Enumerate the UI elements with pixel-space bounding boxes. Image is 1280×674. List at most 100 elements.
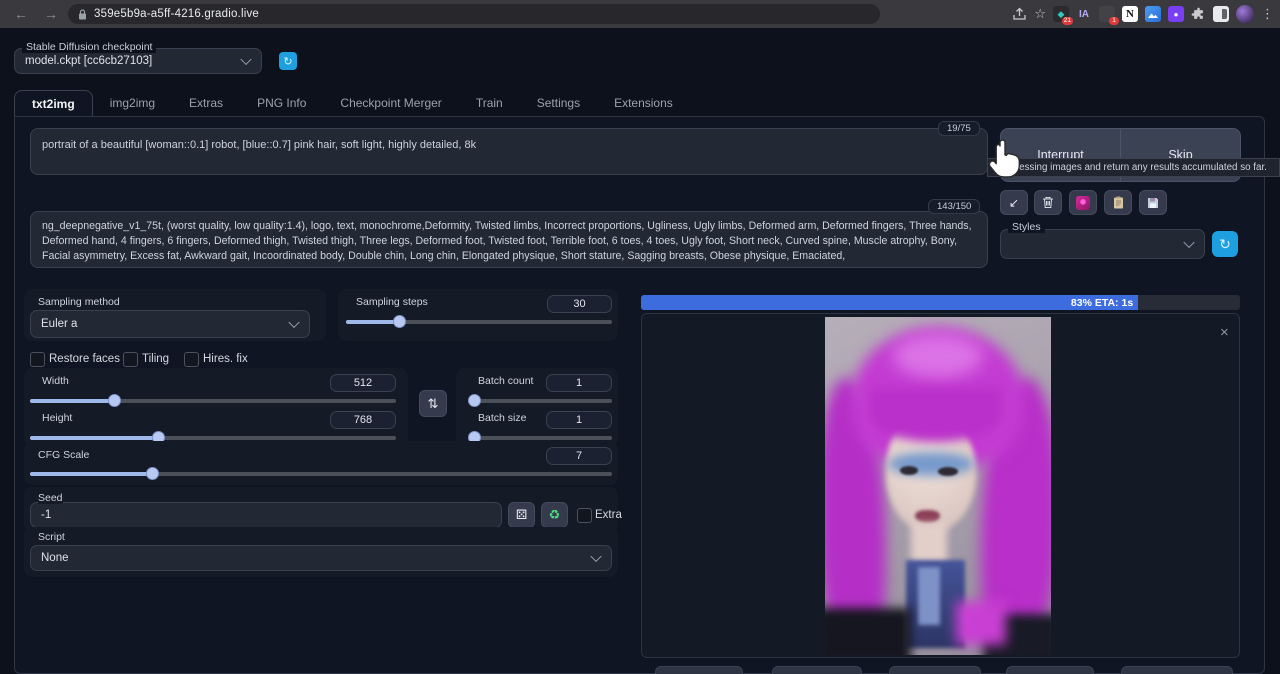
batch-count-value[interactable]: 1 <box>546 374 612 392</box>
tab-png-info[interactable]: PNG Info <box>240 90 323 116</box>
image-hair-strand <box>956 601 1006 645</box>
paste-arrow-icon: ↙ <box>1009 196 1019 210</box>
extension-ia-icon[interactable]: IA <box>1076 6 1092 22</box>
apply-styles-button[interactable] <box>1104 190 1132 215</box>
batch-size-value[interactable]: 1 <box>546 411 612 429</box>
script-dropdown[interactable]: None <box>30 545 612 571</box>
interrupt-tooltip: processing images and return any results… <box>987 158 1280 177</box>
reuse-seed-button[interactable]: ♻ <box>541 502 568 528</box>
batch-count-slider[interactable] <box>468 394 612 407</box>
side-panel-icon[interactable] <box>1213 6 1229 22</box>
seed-input[interactable] <box>30 502 502 528</box>
hires-fix-label: Hires. fix <box>203 353 248 365</box>
back-icon[interactable]: ← <box>12 6 30 22</box>
clear-prompt-button[interactable] <box>1034 190 1062 215</box>
restore-faces-checkbox[interactable] <box>30 352 45 367</box>
image-bangs <box>870 388 1001 442</box>
trash-icon <box>1042 196 1054 209</box>
swap-arrows-icon: ⇅ <box>428 396 439 412</box>
save-style-button[interactable] <box>1139 190 1167 215</box>
styles-label: Styles <box>1008 221 1045 233</box>
refresh-styles-button[interactable]: ↻ <box>1212 231 1238 257</box>
progress-bar: 83% ETA: 1s <box>641 295 1240 310</box>
extension-stylus-icon[interactable]: ◆ 21 <box>1053 6 1069 22</box>
negative-prompt-input[interactable]: ng_deepnegative_v1_75t, (worst quality, … <box>30 211 988 268</box>
tab-train[interactable]: Train <box>459 90 520 116</box>
tab-img2img[interactable]: img2img <box>93 90 172 116</box>
forward-icon[interactable]: → <box>42 6 60 22</box>
batch-count-label: Batch count <box>478 375 533 387</box>
slider-thumb[interactable] <box>468 394 481 407</box>
address-bar[interactable]: 359e5b9a-a5ff-4216.gradio.live <box>68 4 880 24</box>
gallery-action-button[interactable] <box>889 666 981 674</box>
hires-fix-checkbox[interactable] <box>184 352 199 367</box>
url-text: 359e5b9a-a5ff-4216.gradio.live <box>94 8 259 20</box>
slider-thumb[interactable] <box>393 315 406 328</box>
styles-dropdown[interactable] <box>1000 229 1205 259</box>
width-label: Width <box>42 375 69 387</box>
bookmark-star-icon[interactable]: ☆ <box>1034 6 1046 22</box>
tab-txt2img[interactable]: txt2img <box>14 90 93 117</box>
close-image-icon[interactable]: × <box>1220 324 1229 341</box>
sampling-steps-slider[interactable] <box>346 315 612 328</box>
gallery-action-button[interactable] <box>772 666 862 674</box>
sampling-method-dropdown[interactable]: Euler a <box>30 310 310 338</box>
gallery-action-button[interactable] <box>1121 666 1233 674</box>
tab-settings[interactable]: Settings <box>520 90 597 116</box>
image-hair-highlight <box>893 334 983 378</box>
chevron-down-icon <box>240 54 251 65</box>
image-shoulder <box>825 608 911 655</box>
chevron-down-icon <box>288 317 299 328</box>
tiling-checkbox[interactable] <box>123 352 138 367</box>
share-icon[interactable] <box>1012 7 1027 21</box>
browser-menu-icon[interactable]: ⋮ <box>1261 6 1274 22</box>
clipboard-icon <box>1113 196 1124 209</box>
cfg-scale-label: CFG Scale <box>38 449 89 461</box>
main-tabs: txt2img img2img Extras PNG Info Checkpoi… <box>14 89 690 117</box>
slider-thumb[interactable] <box>146 467 159 480</box>
refresh-checkpoints-button[interactable]: ↻ <box>279 52 297 70</box>
swap-dimensions-button[interactable]: ⇅ <box>419 390 447 417</box>
extension-badge: 1 <box>1109 17 1119 25</box>
seed-extra-checkbox[interactable] <box>577 508 592 523</box>
image-robot-neck-highlight <box>918 567 941 624</box>
slider-thumb[interactable] <box>108 394 121 407</box>
gallery-action-button[interactable] <box>655 666 743 674</box>
cfg-scale-slider[interactable] <box>30 467 612 480</box>
browser-actions: ☆ ◆ 21 IA 1 N ● <box>1012 0 1274 28</box>
extension-badge: 21 <box>1062 17 1073 25</box>
width-slider[interactable] <box>30 394 396 407</box>
recycle-icon: ♻ <box>549 507 561 523</box>
extension-image-icon[interactable] <box>1145 6 1161 22</box>
paste-generation-params-button[interactable]: ↙ <box>1000 190 1028 215</box>
sampling-steps-value[interactable]: 30 <box>547 295 612 313</box>
tab-checkpoint-merger[interactable]: Checkpoint Merger <box>323 90 458 116</box>
tab-extras[interactable]: Extras <box>172 90 240 116</box>
width-value[interactable]: 512 <box>330 374 396 392</box>
lock-icon <box>78 9 87 20</box>
checkpoint-label: Stable Diffusion checkpoint <box>22 41 156 53</box>
prompt-input[interactable]: portrait of a beautiful [woman::0.1] rob… <box>30 128 988 175</box>
gallery-action-button[interactable] <box>1006 666 1094 674</box>
extra-networks-button[interactable] <box>1069 190 1097 215</box>
tab-extensions[interactable]: Extensions <box>597 90 690 116</box>
profile-avatar[interactable] <box>1236 5 1254 23</box>
height-value[interactable]: 768 <box>330 411 396 429</box>
save-floppy-icon <box>1147 197 1159 209</box>
cfg-scale-value[interactable]: 7 <box>546 447 612 465</box>
negative-token-counter: 143/150 <box>928 199 980 214</box>
progress-fill: 83% ETA: 1s <box>641 295 1138 310</box>
generated-image[interactable] <box>825 317 1051 655</box>
screen: ← → ↻ 359e5b9a-a5ff-4216.gradio.live ☆ ◆… <box>0 0 1280 674</box>
extension-dark-icon[interactable]: 1 <box>1099 6 1115 22</box>
refresh-icon: ↻ <box>1219 236 1231 253</box>
browser-toolbar: ← → ↻ 359e5b9a-a5ff-4216.gradio.live ☆ ◆… <box>0 0 1280 28</box>
extensions-puzzle-icon[interactable] <box>1191 7 1206 22</box>
extra-networks-icon <box>1076 196 1090 210</box>
random-seed-button[interactable]: ⚄ <box>508 502 535 528</box>
extension-notion-icon[interactable]: N <box>1122 6 1138 22</box>
extension-purple-icon[interactable]: ● <box>1168 6 1184 22</box>
tiling-label: Tiling <box>142 353 169 365</box>
chevron-down-icon <box>590 551 601 562</box>
sampling-steps-label: Sampling steps <box>356 296 428 308</box>
